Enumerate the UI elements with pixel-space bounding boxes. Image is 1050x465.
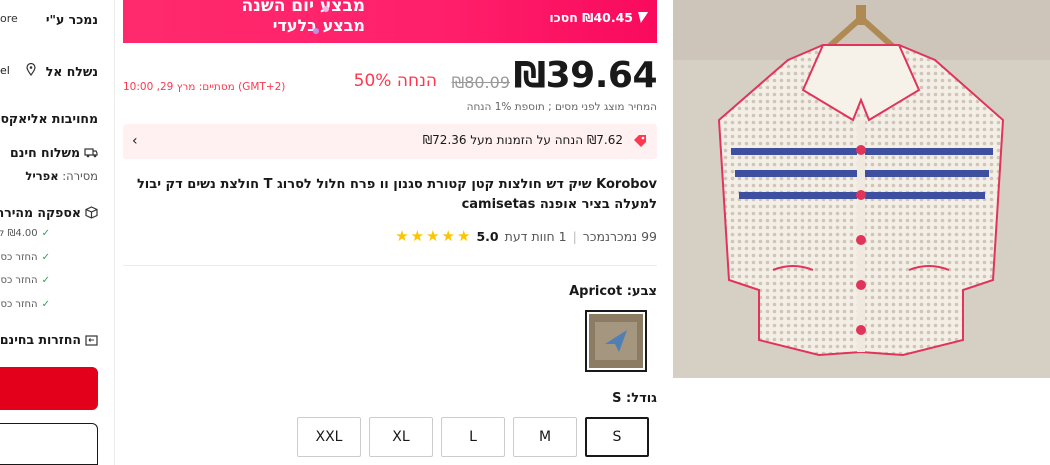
sidebar-divider	[114, 0, 115, 465]
commitments-heading: מחויבות אליאקספ	[0, 111, 98, 126]
swatch-image	[589, 314, 643, 368]
add-to-cart-button[interactable]	[0, 423, 98, 465]
check-icon: ✓	[41, 252, 50, 263]
buy-now-button[interactable]	[0, 367, 98, 410]
coupon-strip[interactable]: ₪7.62 הנחה על הזמנות מעל ₪72.36 ‹	[123, 124, 657, 159]
box-icon	[85, 206, 98, 219]
check-item-text: ₪4.00 קוד	[0, 228, 38, 239]
ship-to-country[interactable]: el	[0, 64, 10, 77]
star-icon: ★	[457, 227, 471, 245]
discount-label: 50% הנחה	[353, 71, 437, 91]
swatch-placeholder-icon	[589, 314, 643, 368]
star-rating: ★ ★ ★ ★ ★	[395, 229, 470, 244]
rating-score: 5.0	[476, 229, 499, 244]
separator: |	[572, 229, 577, 244]
promo-savings: ₪40.45 חסכו	[549, 10, 649, 25]
check-item-text: החזר כספי	[0, 299, 38, 310]
size-label: גודל: S	[612, 391, 657, 406]
promo-subtitle: מבצע בלעדי	[272, 16, 365, 35]
check-icon: ✓	[41, 228, 50, 239]
size-option-l[interactable]: L	[441, 417, 505, 457]
sparkle-icon	[313, 28, 319, 34]
sparkle-icon	[323, 6, 329, 12]
check-item: ✓ החזר כספי	[0, 252, 50, 263]
fast-delivery: אספקה מהירה	[0, 205, 98, 220]
lightning-icon	[635, 12, 649, 23]
star-icon: ★	[395, 227, 409, 245]
free-shipping: משלוח חינם	[10, 145, 98, 160]
chevron-left-icon[interactable]: ‹	[132, 133, 138, 149]
coupon-text: ₪7.62 הנחה על הזמנות מעל ₪72.36	[422, 133, 623, 147]
promo-savings-text: ₪40.45 חסכו	[549, 10, 633, 25]
truck-icon	[84, 148, 98, 158]
delivery-date: אפריל	[25, 169, 59, 183]
size-option-s[interactable]: S	[585, 417, 649, 457]
check-item-text: החזר כספי	[0, 252, 38, 263]
divider	[123, 265, 657, 266]
promo-banner[interactable]: מבצע יום השנה מבצע בלעדי ₪40.45 חסכו	[123, 0, 657, 43]
original-price: ₪80.09	[451, 73, 510, 92]
ship-to-label: נשלח אל	[45, 64, 98, 79]
product-title: Korobov שיק דש חולצות קטן קטורת סגנון וו…	[136, 177, 657, 212]
check-item: ✓ החזר כספי	[0, 299, 50, 310]
sold-by-label: נמכר ע"י	[45, 12, 98, 27]
review-count[interactable]: 1 חוות דעת	[505, 229, 567, 244]
promo-title: מבצע יום השנה	[241, 0, 365, 16]
product-image[interactable]	[673, 0, 1050, 378]
size-option-xl[interactable]: XL	[369, 417, 433, 457]
fast-delivery-label: אספקה מהירה	[0, 205, 81, 220]
rating-row[interactable]: 99 נמכרנמכר | 1 חוות דעת 5.0 ★ ★ ★ ★ ★	[395, 229, 657, 245]
sale-end-time: מסתיים: מרץ 29, 10:00 (GMT+2)	[123, 81, 286, 93]
check-item: ✓ החזר כספי	[0, 275, 50, 286]
check-icon: ✓	[41, 275, 50, 286]
color-label: צבע: Apricot	[569, 284, 657, 299]
delivery-info: מסירה: אפריל	[25, 169, 98, 183]
sold-count: 99 נמכרנמכר	[582, 229, 657, 244]
free-shipping-label: משלוח חינם	[10, 145, 80, 160]
coupon-tag-icon	[634, 135, 646, 147]
store-name[interactable]: ore	[0, 12, 18, 25]
return-box-icon	[85, 334, 98, 346]
size-option-m[interactable]: M	[513, 417, 577, 457]
delivery-prefix: מסירה:	[62, 169, 98, 183]
tax-note: המחיר מוצג לפני מסים ; תוספת 1% הנחה	[466, 101, 657, 113]
location-pin-icon	[26, 63, 36, 76]
free-returns-label: החזרות בחינם	[0, 332, 81, 347]
size-option-xxl[interactable]: XXL	[297, 417, 361, 457]
check-item: ✓ ₪4.00 קוד	[0, 228, 50, 239]
star-icon: ★	[441, 227, 455, 245]
star-icon: ★	[410, 227, 425, 245]
color-swatch-apricot[interactable]	[585, 310, 647, 372]
star-icon: ★	[426, 227, 440, 245]
check-item-text: החזר כספי	[0, 275, 38, 286]
free-returns: החזרות בחינם	[0, 332, 98, 347]
check-icon: ✓	[41, 299, 50, 310]
product-photo-illustration	[673, 0, 1050, 378]
current-price: ₪39.64	[513, 55, 658, 96]
